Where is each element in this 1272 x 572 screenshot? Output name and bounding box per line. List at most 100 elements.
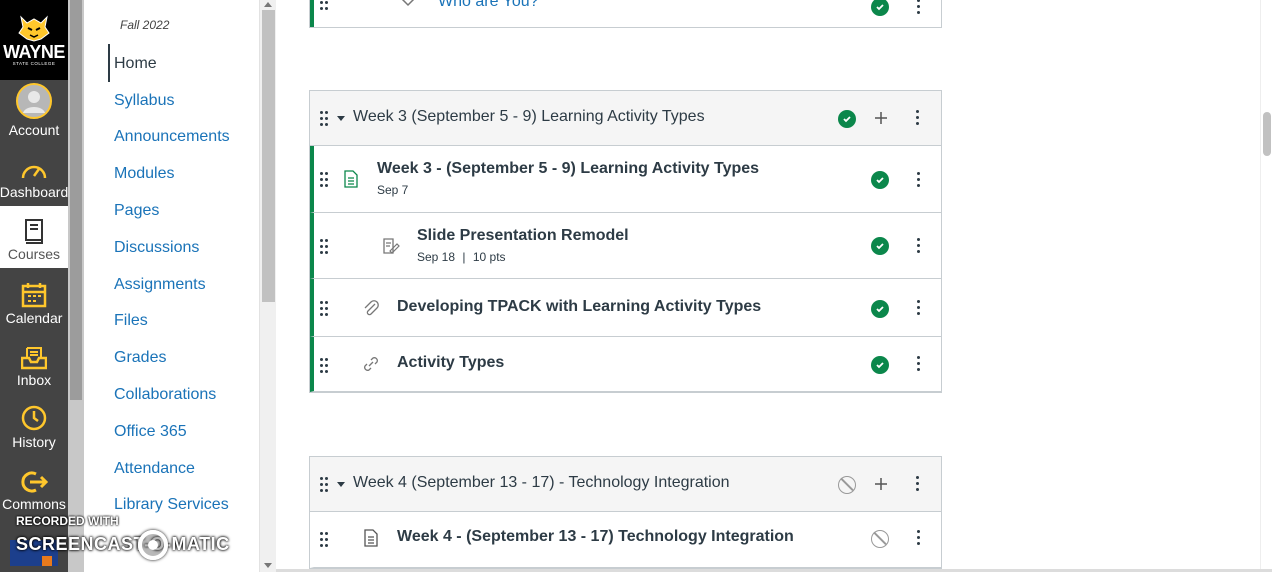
module-published-status[interactable] xyxy=(838,110,856,128)
nav-courses[interactable]: Courses xyxy=(0,206,68,268)
unpublished-icon[interactable] xyxy=(838,476,856,494)
course-navigation: Fall 2022 Home Syllabus Announcements Mo… xyxy=(68,0,276,572)
watermark-recorded-with: RECORDED WITH xyxy=(16,514,119,528)
scrollbar-thumb[interactable] xyxy=(262,10,275,302)
module-header[interactable]: Week 4 (September 13 - 17) - Technology … xyxy=(310,456,941,512)
assignment-icon xyxy=(383,238,400,254)
logo-subtitle: STATE COLLEGE xyxy=(12,61,56,66)
module-title[interactable]: Week 4 (September 13 - 17) - Technology … xyxy=(353,474,730,492)
course-nav-attendance[interactable]: Attendance xyxy=(114,460,195,478)
commons-arrow-icon xyxy=(21,471,48,493)
published-check-icon[interactable] xyxy=(871,356,889,374)
scroll-up-arrow-icon[interactable] xyxy=(264,2,272,7)
nav-commons[interactable]: Commons xyxy=(0,456,68,518)
page-scrollbar-thumb[interactable] xyxy=(1263,112,1271,156)
drag-handle-icon[interactable] xyxy=(320,172,328,187)
module-title[interactable]: Week 3 (September 5 - 9) Learning Activi… xyxy=(353,108,705,126)
course-nav-pages[interactable]: Pages xyxy=(114,202,159,220)
course-nav-collaborations[interactable]: Collaborations xyxy=(114,386,216,404)
due-date: Sep 18 xyxy=(417,250,456,264)
active-indicator xyxy=(108,44,110,82)
module-item-date: Sep 7 xyxy=(377,183,409,197)
published-check-icon[interactable] xyxy=(871,237,889,255)
screencast-watermark: RECORDED WITH SCREENCAST-O-MATIC xyxy=(10,512,250,572)
module-item-meta: Sep 18 | 10 pts xyxy=(417,250,506,264)
wayne-state-logo[interactable]: WAYNE STATE COLLEGE xyxy=(0,0,68,80)
module-options-icon[interactable] xyxy=(914,476,920,491)
course-nav-discussions[interactable]: Discussions xyxy=(114,239,199,257)
module-item-week4-page[interactable]: Week 4 - (September 13 - 17) Technology … xyxy=(310,512,941,568)
nav-inbox[interactable]: Inbox xyxy=(0,332,68,394)
module-item-title[interactable]: Week 3 - (September 5 - 9) Learning Acti… xyxy=(377,160,759,178)
published-status[interactable] xyxy=(871,300,889,318)
course-nav-files[interactable]: Files xyxy=(114,312,148,330)
module-header[interactable]: Week 3 (September 5 - 9) Learning Activi… xyxy=(310,90,941,146)
unpublished-status[interactable] xyxy=(871,530,889,548)
item-options-icon[interactable] xyxy=(915,356,921,371)
nav-history[interactable]: History xyxy=(0,394,68,456)
scroll-down-arrow-icon[interactable] xyxy=(264,563,272,568)
module-item-developing-tpack[interactable]: Developing TPACK with Learning Activity … xyxy=(310,279,941,337)
collapse-caret-icon[interactable] xyxy=(337,116,345,121)
course-nav-scrollbar[interactable] xyxy=(259,0,276,572)
nav-courses-label: Courses xyxy=(7,246,61,262)
add-item-plus-icon[interactable] xyxy=(873,476,889,492)
module-item-activity-types[interactable]: Activity Types xyxy=(310,337,941,392)
published-check-icon[interactable] xyxy=(871,0,889,16)
history-clock-icon xyxy=(21,405,47,431)
nav-account[interactable]: Account xyxy=(0,82,68,144)
module-item-title[interactable]: Slide Presentation Remodel xyxy=(417,227,629,245)
page-icon xyxy=(364,529,378,547)
nav-dashboard[interactable]: Dashboard xyxy=(0,144,68,206)
nav-calendar[interactable]: Calendar xyxy=(0,270,68,332)
collapse-caret-icon[interactable] xyxy=(337,482,345,487)
module-item-title[interactable]: Week 4 - (September 13 - 17) Technology … xyxy=(397,528,794,546)
module-week-3: Week 3 (September 5 - 9) Learning Activi… xyxy=(309,90,942,393)
published-check-icon[interactable] xyxy=(871,171,889,189)
item-options-icon[interactable] xyxy=(915,530,921,545)
course-nav-assignments[interactable]: Assignments xyxy=(114,276,206,294)
global-nav-scrollbar[interactable] xyxy=(68,0,84,572)
attachment-icon xyxy=(364,300,379,316)
add-item-plus-icon[interactable] xyxy=(873,110,889,126)
module-options-icon[interactable] xyxy=(914,110,920,125)
published-status[interactable] xyxy=(871,171,889,189)
link-icon xyxy=(364,357,378,371)
module-item-title[interactable]: Developing TPACK with Learning Activity … xyxy=(397,298,761,316)
published-check-icon[interactable] xyxy=(838,110,856,128)
published-status[interactable] xyxy=(871,356,889,374)
drag-handle-icon[interactable] xyxy=(320,239,328,254)
module-unpublished-status[interactable] xyxy=(838,476,856,494)
item-options-icon[interactable] xyxy=(915,0,921,14)
drag-handle-icon[interactable] xyxy=(320,301,328,316)
course-nav-home[interactable]: Home xyxy=(114,55,157,73)
unpublished-icon[interactable] xyxy=(871,530,889,548)
course-nav-office-365[interactable]: Office 365 xyxy=(114,423,187,441)
drag-handle-icon[interactable] xyxy=(320,477,328,492)
global-navigation: WAYNE STATE COLLEGE Account Dashboard Co… xyxy=(0,0,68,572)
drag-handle-icon[interactable] xyxy=(320,532,328,547)
module-item-slide-presentation[interactable]: Slide Presentation Remodel Sep 18 | 10 p… xyxy=(310,213,941,279)
module-item-title[interactable]: Who are You? xyxy=(438,0,539,11)
course-nav-announcements[interactable]: Announcements xyxy=(114,128,230,146)
published-status[interactable] xyxy=(871,0,889,16)
drag-handle-icon[interactable] xyxy=(320,111,328,126)
published-status[interactable] xyxy=(871,237,889,255)
item-options-icon[interactable] xyxy=(915,300,921,315)
courses-book-icon xyxy=(25,219,43,244)
published-check-icon[interactable] xyxy=(871,300,889,318)
item-options-icon[interactable] xyxy=(915,238,921,253)
module-item-who-are-you[interactable]: Who are You? xyxy=(310,0,941,27)
drag-handle-icon[interactable] xyxy=(320,358,328,373)
drag-handle-icon[interactable] xyxy=(320,0,328,10)
modules-content: Who are You? Week 3 (September 5 - 9) Le… xyxy=(276,0,1272,572)
page-scrollbar[interactable] xyxy=(1260,0,1272,572)
nav-commons-label: Commons xyxy=(2,496,66,512)
course-nav-modules[interactable]: Modules xyxy=(114,165,174,183)
module-item-week3-page[interactable]: Week 3 - (September 5 - 9) Learning Acti… xyxy=(310,146,941,213)
course-nav-grades[interactable]: Grades xyxy=(114,349,166,367)
previous-module: Who are You? xyxy=(309,0,942,28)
module-item-title[interactable]: Activity Types xyxy=(397,354,504,372)
course-nav-syllabus[interactable]: Syllabus xyxy=(114,92,174,110)
item-options-icon[interactable] xyxy=(915,172,921,187)
